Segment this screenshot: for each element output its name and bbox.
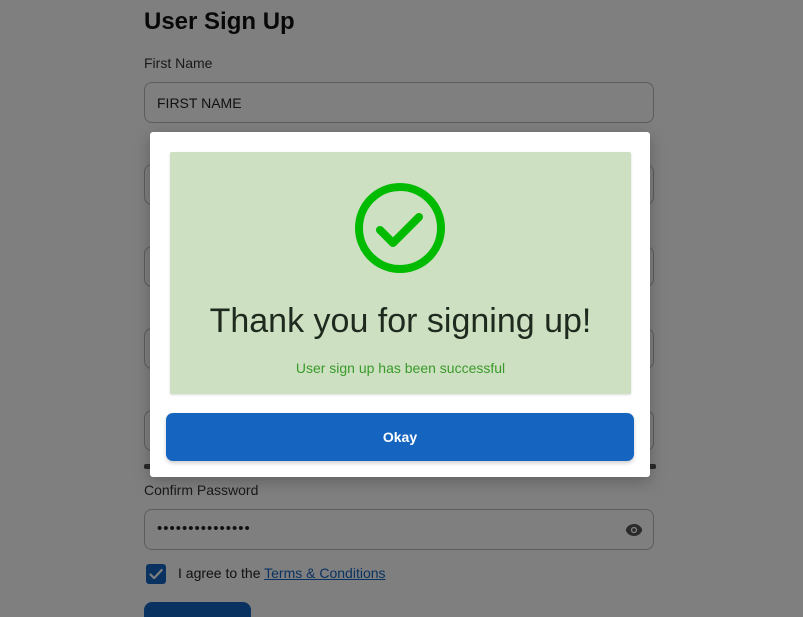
success-dialog: Thank you for signing up! User sign up h…: [150, 132, 650, 477]
check-circle-icon: [355, 183, 445, 273]
signup-page: User Sign Up First Name FIRST NAME Confi…: [0, 0, 803, 617]
dialog-subtitle: User sign up has been successful: [295, 360, 506, 376]
success-panel: Thank you for signing up! User sign up h…: [170, 152, 631, 394]
dialog-title: Thank you for signing up!: [209, 302, 592, 340]
okay-button[interactable]: Okay: [166, 413, 634, 461]
